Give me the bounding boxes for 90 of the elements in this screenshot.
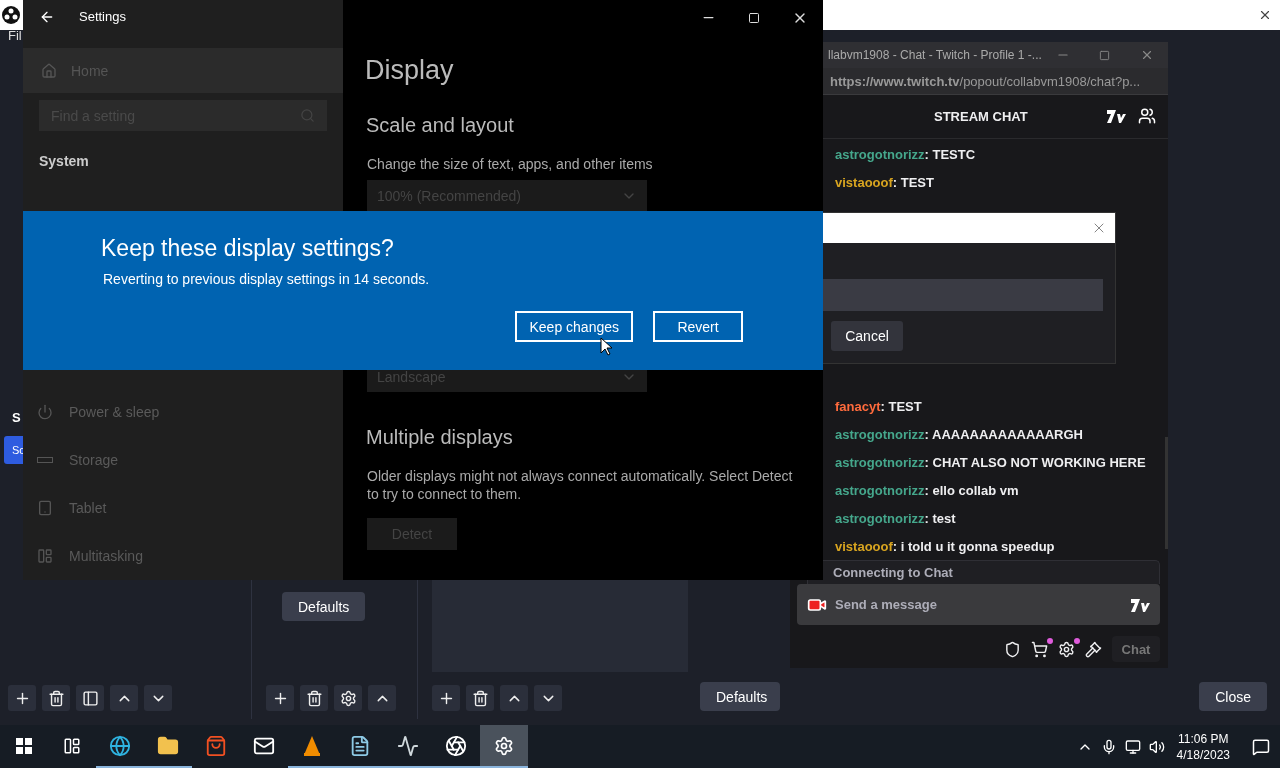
mouse-cursor-icon [600, 337, 612, 356]
menu-item[interactable]: Fil [0, 30, 22, 44]
cart-icon[interactable] [1031, 640, 1048, 658]
window-title: Settings [79, 9, 126, 25]
trash-icon [47, 689, 65, 707]
tablet-icon [37, 500, 53, 516]
message-text: : TESTC [924, 146, 976, 162]
section-heading: System [39, 152, 90, 170]
add-button[interactable] [8, 685, 36, 711]
settings-icon[interactable] [1058, 640, 1075, 658]
message-text: : ello collab vm [924, 482, 1019, 498]
home-icon [41, 62, 57, 79]
chat-username[interactable]: vistaooof [835, 538, 893, 554]
activity-icon [397, 734, 419, 757]
multitasking-icon [37, 548, 53, 564]
chat-username[interactable]: fanacyt [835, 398, 881, 414]
seven-tv-icon[interactable] [1106, 108, 1126, 125]
message-text: : test [924, 510, 956, 526]
windows-logo-icon [16, 737, 32, 754]
chat-username[interactable]: astrogotnorizz [835, 454, 925, 470]
network-icon[interactable] [1124, 738, 1141, 755]
notification-icon[interactable] [1252, 737, 1270, 756]
message-text: : TEST [880, 398, 922, 414]
search-icon [300, 108, 315, 124]
placeholder-text: Send a message [835, 597, 938, 612]
window-title: llabvm1908 - Chat - Twitch - Profile 1 -... [828, 48, 1042, 63]
dock-tab[interactable]: S [0, 410, 23, 426]
chat-username[interactable]: astrogotnorizz [835, 510, 925, 526]
setting-label: Change the size of text, apps, and other items [367, 155, 654, 173]
volume-icon[interactable] [1148, 738, 1165, 755]
add-button[interactable] [432, 685, 460, 711]
traffic-cone-icon [302, 734, 322, 757]
message-text: : TEST [892, 174, 934, 190]
aperture-icon [445, 734, 467, 757]
message-text: : i told u it gonna speedup [892, 538, 1055, 554]
close-icon[interactable] [1258, 8, 1272, 22]
close-button[interactable]: Close [1199, 682, 1267, 711]
shield-icon[interactable] [1004, 640, 1021, 658]
input-field[interactable] [821, 279, 1103, 311]
settings-button[interactable] [334, 685, 362, 711]
notification-dot [1074, 637, 1080, 644]
message-text: : AAAAAAAAAAAAARGH [924, 426, 1083, 442]
gear-icon [339, 689, 357, 707]
seven-tv-icon[interactable] [1130, 596, 1150, 613]
globe-icon [109, 734, 131, 757]
document-icon [349, 734, 371, 757]
chat-username[interactable]: astrogotnorizz [835, 146, 925, 162]
dialog-message: Reverting to previous display settings in 14 seconds. [103, 271, 431, 287]
trash-icon [471, 689, 489, 707]
notification-dot [1047, 637, 1053, 644]
defaults-button[interactable]: Defaults [700, 682, 780, 711]
setting-description: Older displays might not always connect automatically. Select Detect to try to connect to them. [367, 467, 794, 503]
remove-button[interactable] [300, 685, 328, 711]
up-button[interactable] [110, 685, 138, 711]
folder-icon [157, 734, 179, 757]
task-view-icon [63, 736, 81, 755]
add-button[interactable] [266, 685, 294, 711]
trash-icon [305, 689, 323, 707]
dialog-button[interactable]: Keep changes [515, 311, 633, 342]
power-icon [37, 404, 53, 420]
users-icon[interactable] [1138, 107, 1156, 126]
gavel-icon[interactable] [1085, 640, 1102, 658]
page-title: Display [365, 55, 455, 87]
chat-button[interactable]: Chat [1112, 636, 1160, 662]
dialog-title: Keep these display settings? [101, 235, 395, 263]
down-button[interactable] [144, 685, 172, 711]
cancel-button[interactable]: Cancel [831, 321, 903, 351]
up-button[interactable] [368, 685, 396, 711]
chat-username[interactable]: astrogotnorizz [835, 482, 925, 498]
dialog-button[interactable]: Revert [653, 311, 743, 342]
status-text: Connecting to Chat [833, 565, 953, 580]
defaults-button[interactable]: Defaults [282, 592, 366, 621]
chat-input[interactable]: Send a message [797, 584, 1160, 625]
chat-username[interactable]: astrogotnorizz [835, 426, 925, 442]
settings-taskbar-icon[interactable] [480, 725, 528, 768]
down-button[interactable] [534, 685, 562, 711]
shopping-bag-icon [205, 734, 227, 757]
remove-button[interactable] [42, 685, 70, 711]
chat-header: STREAM CHAT [934, 108, 1029, 124]
section-heading: Scale and layout [366, 114, 515, 138]
up-button[interactable] [500, 685, 528, 711]
remove-button[interactable] [466, 685, 494, 711]
clock[interactable]: 11:06 PM 4/18/2023 [1176, 730, 1230, 763]
message-text: : CHAT ALSO NOT WORKING HERE [924, 454, 1146, 470]
chat-username[interactable]: vistaooof [835, 174, 893, 190]
filter-button[interactable] [76, 685, 104, 711]
section-heading: Multiple displays [366, 426, 514, 450]
panel-icon [81, 689, 99, 707]
storage-icon [37, 457, 53, 463]
gear-icon [494, 735, 514, 756]
